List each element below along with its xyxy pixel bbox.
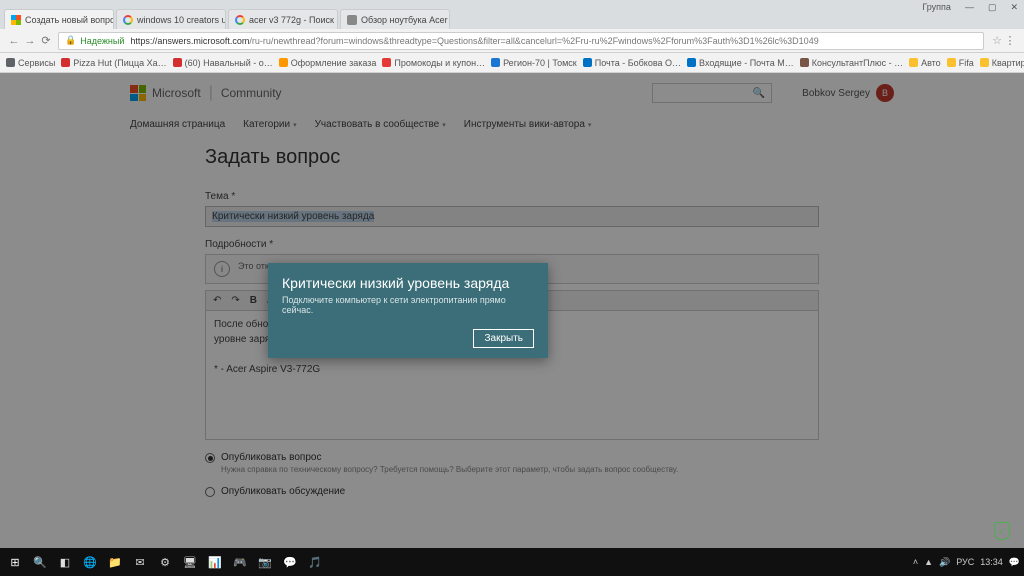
action-center-icon[interactable]: 💬: [1009, 557, 1020, 568]
favicon-generic-icon: [347, 15, 357, 25]
tab-strip: Создать новый вопрос× windows 10 creator…: [0, 7, 1024, 29]
url-path: /ru-ru/newthread?forum=windows&threadtyp…: [249, 36, 818, 46]
bookmark-icon: [279, 58, 288, 67]
bookmarks-bar: Сервисы Pizza Hut (Пицца Ха… (60) Наваль…: [0, 53, 1024, 73]
browser-tab[interactable]: acer v3 772g - Поиск в…×: [228, 9, 338, 29]
tab-label: windows 10 creators up…: [137, 15, 226, 25]
taskbar-app[interactable]: 📁: [104, 551, 126, 573]
badge: Группа: [922, 2, 951, 13]
taskbar-app[interactable]: 📊: [204, 551, 226, 573]
tray-chevron-icon[interactable]: ˄: [913, 557, 918, 567]
tab-label: Обзор ноутбука Acer A…: [361, 15, 450, 25]
favicon-google-icon: [123, 15, 133, 25]
bookmark-icon: [61, 58, 70, 67]
bookmark-item[interactable]: Входящие - Почта M…: [687, 58, 794, 68]
bookmark-icon: [382, 58, 391, 67]
clock[interactable]: 13:34: [980, 558, 1003, 567]
bookmark-icon: [173, 58, 182, 67]
bookmark-item[interactable]: Регион-70 | Томск: [491, 58, 577, 68]
bookmark-icon: [980, 58, 989, 67]
bookmark-star-icon[interactable]: ☆: [992, 34, 1002, 47]
bookmark-icon: [583, 58, 592, 67]
bookmark-item[interactable]: (60) Навальный - о…: [173, 58, 273, 68]
bookmark-item[interactable]: Оформление заказа: [279, 58, 377, 68]
browser-tab[interactable]: Создать новый вопрос×: [4, 9, 114, 29]
language-indicator[interactable]: РУС: [956, 557, 974, 567]
apps-button[interactable]: Сервисы: [6, 58, 55, 68]
taskbar-app[interactable]: 📷: [254, 551, 276, 573]
maximize-button[interactable]: ▢: [988, 2, 997, 13]
taskbar-app[interactable]: 💬: [279, 551, 301, 573]
menu-button[interactable]: ⋮: [1002, 34, 1018, 47]
bookmark-item[interactable]: Авто: [909, 58, 941, 68]
close-window-button[interactable]: ✕: [1010, 2, 1018, 13]
toast-title: Критически низкий уровень заряда: [282, 275, 534, 291]
browser-tab[interactable]: Обзор ноутбука Acer A…×: [340, 9, 450, 29]
url-input[interactable]: 🔒 Надежный https://answers.microsoft.com…: [58, 32, 984, 50]
toast-body: Подключите компьютер к сети электропитан…: [282, 295, 534, 315]
bookmark-icon: [687, 58, 696, 67]
taskbar-app[interactable]: 🖥: [179, 551, 201, 573]
window-controls: Группа — ▢ ✕: [922, 2, 1018, 13]
start-button[interactable]: ⊞: [4, 551, 26, 573]
system-tray: ˄ ▲ 🔊 РУС 13:34 💬: [913, 557, 1020, 568]
bookmark-icon: [800, 58, 809, 67]
bookmark-item[interactable]: Fifa: [947, 58, 974, 68]
favicon-google-icon: [235, 15, 245, 25]
taskbar-app[interactable]: ⚙: [154, 551, 176, 573]
bookmark-icon: [909, 58, 918, 67]
tab-label: Создать новый вопрос: [25, 15, 114, 25]
lock-icon: 🔒: [65, 35, 76, 46]
page-content: Microsoft | Community 🔍 Bobkov Sergey B …: [0, 73, 1024, 548]
chrome-window: Группа — ▢ ✕ Создать новый вопрос× windo…: [0, 0, 1024, 576]
forward-button[interactable]: →: [22, 35, 38, 47]
toast-close-button[interactable]: Закрыть: [473, 329, 534, 348]
bookmark-icon: [947, 58, 956, 67]
secure-label: Надежный: [80, 36, 124, 46]
bookmark-item[interactable]: КонсультантПлюс - …: [800, 58, 903, 68]
taskbar-app[interactable]: 🌐: [79, 551, 101, 573]
apps-icon: [6, 58, 15, 67]
url-host: https://answers.microsoft.com: [130, 36, 249, 46]
task-view-button[interactable]: ◧: [54, 551, 76, 573]
address-bar: ← → ⟳ 🔒 Надежный https://answers.microso…: [0, 29, 1024, 53]
minimize-button[interactable]: —: [965, 2, 974, 13]
bookmark-item[interactable]: Промокоды и купон…: [382, 58, 485, 68]
bookmark-item[interactable]: Квартира: [980, 58, 1024, 68]
back-button[interactable]: ←: [6, 35, 22, 47]
bookmark-icon: [491, 58, 500, 67]
battery-toast: Критически низкий уровень заряда Подключ…: [268, 263, 548, 358]
bookmark-item[interactable]: Pizza Hut (Пицца Ха…: [61, 58, 166, 68]
bookmark-item[interactable]: Почта - Бобкова О…: [583, 58, 681, 68]
taskbar-app[interactable]: 🎵: [304, 551, 326, 573]
taskbar-app[interactable]: 🎮: [229, 551, 251, 573]
browser-tab[interactable]: windows 10 creators up…×: [116, 9, 226, 29]
reload-button[interactable]: ⟳: [38, 34, 54, 47]
taskbar-app[interactable]: ✉: [129, 551, 151, 573]
network-icon[interactable]: ▲: [924, 557, 933, 567]
tab-label: acer v3 772g - Поиск в…: [249, 15, 338, 25]
taskbar: ⊞ 🔍 ◧ 🌐 📁 ✉ ⚙ 🖥 📊 🎮 📷 💬 🎵 ˄ ▲ 🔊 РУС 13:3…: [0, 548, 1024, 576]
shield-icon[interactable]: ✓: [994, 522, 1010, 540]
titlebar: [0, 0, 1024, 7]
volume-icon[interactable]: 🔊: [939, 557, 950, 568]
search-button[interactable]: 🔍: [29, 551, 51, 573]
favicon-ms-icon: [11, 15, 21, 25]
